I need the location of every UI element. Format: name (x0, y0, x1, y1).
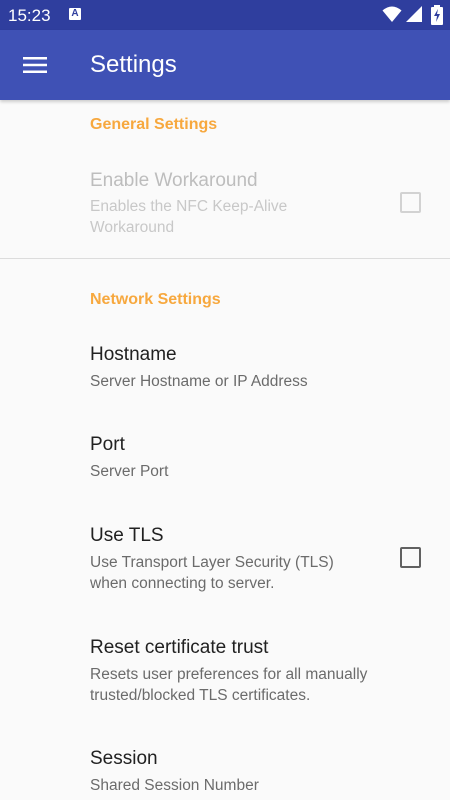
status-icons (382, 5, 444, 25)
status-bar: 15:23 A (0, 0, 450, 30)
signal-icon (406, 6, 422, 22)
pref-summary: Server Hostname or IP Address (90, 373, 308, 390)
pref-session[interactable]: Session Shared Session Number (0, 735, 450, 800)
pref-title: Use TLS (90, 525, 164, 546)
pref-title: Reset certificate trust (90, 637, 269, 658)
page-title: Settings (90, 51, 177, 78)
category-general-settings: General Settings (90, 116, 218, 133)
app-bar: Settings (0, 30, 450, 100)
pref-title: Session (90, 748, 158, 769)
enable-workaround-checkbox[interactable] (400, 192, 421, 213)
category-network-settings: Network Settings (90, 291, 221, 308)
hamburger-menu-icon[interactable] (23, 55, 47, 75)
section-divider (0, 258, 450, 259)
notification-a-icon: A (69, 8, 81, 20)
pref-hostname[interactable]: Hostname Server Hostname or IP Address (0, 330, 450, 410)
pref-enable-workaround[interactable]: Enable Workaround Enables the NFC Keep-A… (0, 160, 450, 258)
pref-reset-certificate-trust[interactable]: Reset certificate trust Resets user pref… (0, 624, 450, 720)
wifi-icon (382, 6, 402, 22)
pref-summary: Resets user preferences for all manually… (90, 666, 368, 704)
pref-title: Hostname (90, 344, 177, 365)
settings-list[interactable]: General Settings Enable Workaround Enabl… (0, 100, 450, 800)
pref-summary: Use Transport Layer Security (TLS) when … (90, 554, 334, 592)
pref-summary: Shared Session Number (90, 777, 259, 794)
pref-title: Port (90, 434, 125, 455)
pref-summary: Enables the NFC Keep-Alive Workaround (90, 198, 288, 236)
pref-title: Enable Workaround (90, 170, 258, 191)
pref-summary: Server Port (90, 463, 169, 480)
status-time: 15:23 (8, 6, 51, 25)
use-tls-checkbox[interactable] (400, 547, 421, 568)
pref-port[interactable]: Port Server Port (0, 420, 450, 500)
pref-use-tls[interactable]: Use TLS Use Transport Layer Security (TL… (0, 512, 450, 608)
battery-charging-icon (431, 5, 443, 25)
